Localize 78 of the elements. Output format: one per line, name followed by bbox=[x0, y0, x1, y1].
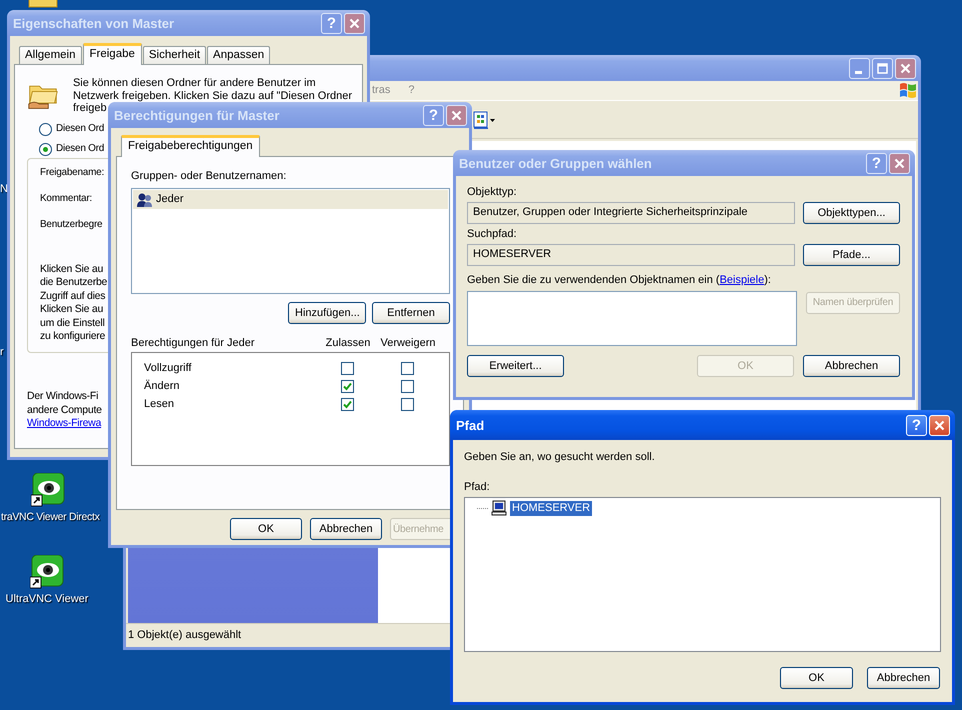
tab[interactable]: Sicherheit bbox=[142, 46, 206, 64]
field-label: Suchpfad: bbox=[467, 228, 518, 242]
button[interactable]: OK bbox=[780, 667, 853, 690]
computer-icon bbox=[491, 500, 507, 516]
close-icon bbox=[451, 110, 462, 120]
tab[interactable]: Freigabe bbox=[82, 43, 142, 65]
info-text: Klicken Sie au die Benutzerbe Zugriff auf dies Klicken Sie au um die Einstell zu konfiguriere bbox=[40, 262, 108, 344]
close-button[interactable] bbox=[895, 58, 916, 78]
permission-name: Ändern bbox=[143, 380, 180, 393]
users-icon bbox=[137, 192, 153, 208]
field-label: Freigabename: bbox=[40, 166, 104, 178]
maximize-icon bbox=[877, 62, 888, 74]
checkbox[interactable] bbox=[340, 398, 354, 411]
maximize-button[interactable] bbox=[872, 58, 893, 78]
field-label: Kommentar: bbox=[40, 192, 92, 204]
button[interactable]: Abbrechen bbox=[803, 354, 900, 377]
eye-icon[interactable] bbox=[31, 473, 65, 507]
tab[interactable]: Anpassen bbox=[207, 46, 270, 64]
button[interactable]: Abbrechen bbox=[867, 667, 940, 690]
checkbox[interactable] bbox=[340, 380, 354, 393]
button[interactable]: Objekttypen... bbox=[803, 202, 900, 224]
minimize-button[interactable] bbox=[849, 58, 870, 78]
close-icon bbox=[894, 158, 905, 168]
list-label: Gruppen- oder Benutzernamen: bbox=[131, 170, 288, 184]
close-icon bbox=[934, 420, 945, 430]
help-button[interactable]: ? bbox=[906, 414, 927, 436]
prompt-text: Geben Sie an, wo gesucht werden soll. bbox=[464, 451, 656, 464]
eye-icon[interactable] bbox=[30, 555, 64, 589]
field-label: Benutzerbegre bbox=[40, 218, 102, 230]
close-button[interactable] bbox=[344, 12, 365, 34]
prompt-text: Geben Sie die zu verwendenden Objektnamen ein (Beispiele): bbox=[467, 274, 772, 288]
field-label: Pfad: bbox=[464, 481, 491, 494]
permission-name: Lesen bbox=[143, 398, 175, 411]
window-title: Eigenschaften von Master bbox=[13, 16, 176, 30]
list-item-text: Jeder bbox=[156, 193, 184, 206]
window-title: Benutzer oder Gruppen wählen bbox=[459, 156, 653, 170]
close-button[interactable] bbox=[446, 104, 467, 126]
flag-icon bbox=[898, 82, 918, 100]
permissions-label: Berechtigungen für Jeder bbox=[131, 337, 256, 350]
radio-button[interactable] bbox=[39, 142, 52, 156]
close-button[interactable] bbox=[889, 152, 910, 174]
button[interactable]: Hinzufügen... bbox=[288, 302, 366, 324]
desktop-icon-label[interactable]: UltraVNC Viewer bbox=[6, 593, 88, 606]
radio-button[interactable] bbox=[39, 122, 52, 136]
examples-link[interactable]: Beispiele bbox=[720, 274, 764, 286]
field-label: Objekttyp: bbox=[467, 186, 518, 200]
checkbox[interactable] bbox=[400, 380, 414, 393]
desktop-icon-label: N bbox=[0, 183, 8, 196]
checkbox[interactable] bbox=[340, 362, 354, 375]
close-icon bbox=[900, 62, 911, 74]
minimize-icon bbox=[854, 70, 862, 74]
radio-label: Diesen Ord bbox=[56, 122, 104, 134]
column-header: Zulassen bbox=[324, 337, 372, 350]
tab[interactable]: Allgemein bbox=[19, 46, 82, 64]
button[interactable]: Pfade... bbox=[803, 244, 900, 266]
tree-line bbox=[477, 508, 488, 509]
object-type-field: Benutzer, Gruppen oder Integrierte Sicherheitsprinzipale bbox=[467, 202, 795, 224]
checkbox[interactable] bbox=[400, 398, 414, 411]
list-item[interactable]: Jeder bbox=[133, 190, 448, 210]
checkbox[interactable] bbox=[400, 362, 414, 375]
view-button[interactable] bbox=[473, 110, 497, 128]
tree-item[interactable]: HOMESERVER bbox=[510, 500, 592, 516]
permission-name: Vollzugriff bbox=[143, 362, 192, 375]
button[interactable]: Erweitert... bbox=[467, 354, 564, 377]
desktop-icon-label: r bbox=[0, 346, 4, 360]
firewall-link[interactable]: Windows-Firewa bbox=[27, 416, 102, 430]
search-path-field: HOMESERVER bbox=[467, 244, 795, 266]
info-text: Der Windows-Fi andere Compute bbox=[27, 388, 102, 416]
desktop-icon-label[interactable]: traVNC Viewer Directx bbox=[1, 511, 100, 524]
names-field[interactable] bbox=[467, 290, 797, 346]
button[interactable]: Abbrechen bbox=[310, 518, 382, 540]
column-header: Verweigern bbox=[379, 337, 437, 350]
button[interactable]: OK bbox=[230, 518, 302, 540]
button[interactable]: Entfernen bbox=[372, 302, 450, 324]
close-icon bbox=[349, 18, 360, 28]
window-title: Pfad bbox=[456, 418, 486, 432]
tab[interactable]: Freigabeberechtigungen bbox=[121, 135, 260, 157]
radio-label: Diesen Ord bbox=[56, 142, 104, 154]
